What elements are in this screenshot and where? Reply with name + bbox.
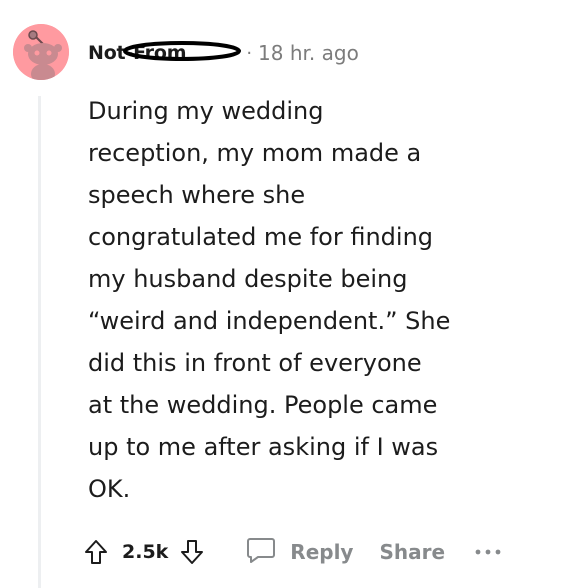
separator-dot: · <box>246 42 253 64</box>
comment-body-line: at the wedding. People came <box>88 391 438 419</box>
comment-body: During my wedding reception, my mom made… <box>88 90 508 510</box>
more-dots-icon[interactable] <box>475 548 501 556</box>
reply-label: Reply <box>290 540 354 564</box>
comment-body-line: my husband despite being <box>88 265 408 293</box>
reply-button[interactable]: Reply <box>246 536 353 568</box>
comment-header: Not-From · 18 hr. ago <box>88 38 359 68</box>
comment-body-line: up to me after asking if I was <box>88 433 439 461</box>
redaction-scribble <box>122 40 242 62</box>
comment-body-line: speech where she <box>88 181 306 209</box>
vote-count: 2.5k <box>122 541 169 563</box>
downvote-arrow-icon[interactable] <box>180 539 204 565</box>
upvote-arrow-icon[interactable] <box>84 539 108 565</box>
comment-body-line: congratulated me for finding <box>88 223 434 251</box>
chat-bubble-icon <box>246 536 276 568</box>
timestamp[interactable]: 18 hr. ago <box>258 41 359 65</box>
comment-actions: 2.5k Reply Share <box>84 530 501 574</box>
thread-line[interactable] <box>38 96 41 588</box>
comment-body-line: During my wedding <box>88 97 324 125</box>
comment-body-line: “weird and independent.” She <box>88 307 451 335</box>
share-button[interactable]: Share <box>379 540 445 564</box>
comment-body-line: OK. <box>88 475 131 503</box>
avatar[interactable] <box>13 24 69 80</box>
comment: Not-From · 18 hr. ago During my wedding … <box>0 0 572 588</box>
comment-body-line: reception, my mom made a <box>88 139 422 167</box>
snoo-avatar-icon <box>13 24 69 80</box>
comment-body-line: did this in front of everyone <box>88 349 422 377</box>
